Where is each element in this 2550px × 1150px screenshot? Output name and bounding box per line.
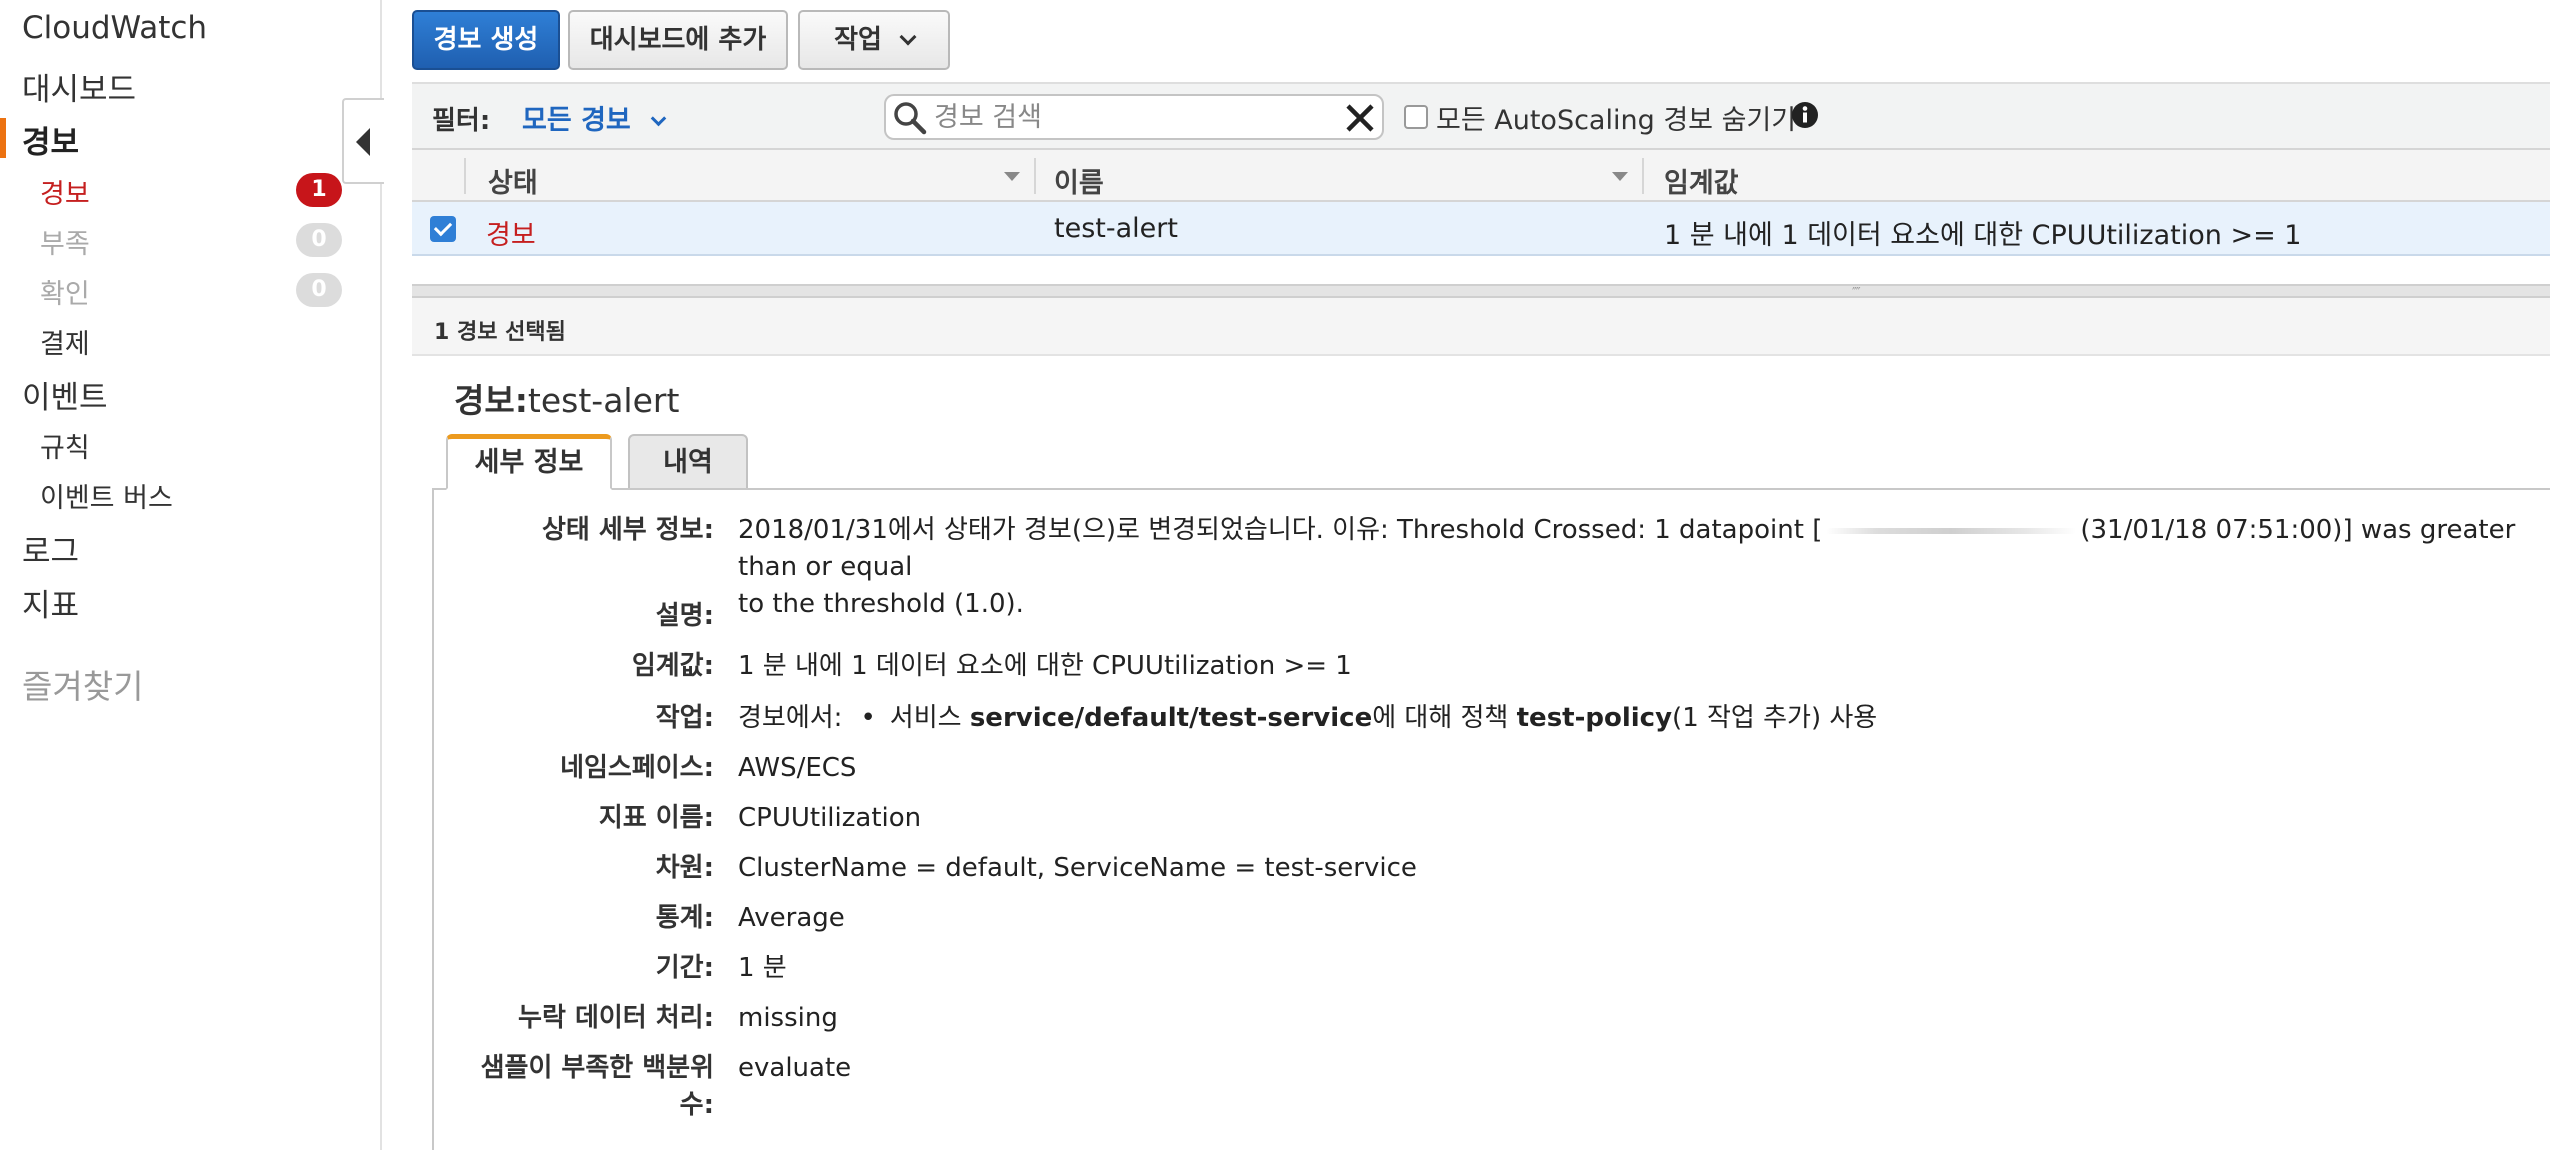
insufficient-count-badge: 0 — [296, 223, 342, 257]
nav-sub-alarm[interactable]: 경보 — [40, 172, 90, 211]
percentile-label-line2: 수: — [679, 1090, 714, 1120]
detail-title-name: test-alert — [527, 381, 680, 420]
tab-details[interactable]: 세부 정보 — [446, 434, 612, 490]
column-separator — [1034, 158, 1036, 194]
namespace-value: AWS/ECS — [738, 753, 857, 783]
chevron-down-icon — [899, 28, 917, 46]
nav-sub-ok[interactable]: 확인 — [40, 272, 90, 311]
threshold-label: 임계값: — [631, 651, 714, 681]
sidebar: CloudWatch 대시보드 경보 경보 1 부족 0 확인 0 결제 이벤트… — [0, 0, 382, 1150]
column-header-state[interactable]: 상태 — [488, 161, 538, 200]
row-checkbox[interactable] — [430, 216, 456, 242]
selection-summary: 1 경보 선택됨 — [412, 298, 2550, 356]
row-threshold: 1 분 내에 1 데이터 요소에 대한 CPUUtilization >= 1 — [1664, 220, 2302, 251]
chevron-down-icon — [650, 110, 667, 127]
percentile-label: 샘플이 부족한 백분위 수: — [454, 1050, 714, 1124]
actions-button-label: 작업 — [834, 25, 882, 55]
statistic-label: 통계: — [655, 903, 714, 933]
actions-service-prefix: 서비스 — [889, 703, 970, 733]
sort-down-icon[interactable] — [1612, 172, 1628, 181]
add-to-dashboard-button[interactable]: 대시보드에 추가 — [568, 10, 788, 70]
period-value: 1 분 — [738, 953, 787, 983]
ok-count-badge: 0 — [296, 273, 342, 307]
clear-icon[interactable] — [1342, 100, 1378, 136]
filter-dropdown[interactable]: 모든 경보 — [522, 98, 667, 137]
search-box — [884, 94, 1384, 140]
state-details-text-a: 2018/01/31에서 상태가 경보(으)로 변경되었습니다. 이유: Thr… — [738, 515, 1823, 545]
nav-logs[interactable]: 로그 — [22, 526, 79, 571]
statistic-value: Average — [738, 903, 845, 933]
filter-label: 필터: — [432, 106, 491, 136]
detail-title-prefix: 경보: — [454, 381, 528, 420]
nav-sub-rules[interactable]: 규칙 — [40, 426, 90, 465]
nav-active-indicator — [0, 118, 6, 158]
create-alarm-button[interactable]: 경보 생성 — [412, 10, 560, 70]
hide-autoscaling-checkbox[interactable] — [1404, 105, 1428, 129]
filter-bar: 필터: 모든 경보 모든 AutoScaling 경보 숨기기 — [412, 82, 2550, 148]
dimensions-value: ClusterName = default, ServiceName = tes… — [738, 853, 1417, 883]
nav-cloudwatch[interactable]: CloudWatch — [22, 10, 207, 46]
info-icon[interactable] — [1790, 100, 1820, 130]
row-name: test-alert — [1054, 213, 1178, 244]
sort-down-icon[interactable] — [1004, 172, 1020, 181]
hide-autoscaling-label[interactable]: 모든 AutoScaling 경보 숨기기 — [1436, 98, 1796, 137]
state-details-label: 상태 세부 정보: — [541, 515, 714, 545]
missing-data-value: missing — [738, 1003, 838, 1033]
namespace-label: 네임스페이스: — [560, 753, 714, 783]
alarm-count-badge: 1 — [296, 173, 342, 207]
table-header: 상태 이름 임계값 — [412, 148, 2550, 202]
percentile-label-line1: 샘플이 부족한 백분위 — [480, 1053, 714, 1083]
state-details-text-c: to the threshold (1.0). — [738, 589, 1024, 619]
dimensions-label: 차원: — [655, 853, 714, 883]
column-header-name[interactable]: 이름 — [1054, 161, 1104, 200]
actions-prefix: 경보에서: — [738, 703, 843, 733]
selected-count-text: 1 경보 선택됨 — [434, 320, 566, 345]
percentile-value: evaluate — [738, 1053, 852, 1083]
nav-alarms[interactable]: 경보 — [22, 117, 79, 162]
actions-suffix: (1 작업 추가) 사용 — [1672, 703, 1878, 733]
nav-sub-event-bus[interactable]: 이벤트 버스 — [40, 476, 173, 515]
metric-name-value: CPUUtilization — [738, 803, 922, 833]
pane-splitter[interactable]: ⁗ — [412, 284, 2550, 301]
state-details-value: 2018/01/31에서 상태가 경보(으)로 변경되었습니다. 이유: Thr… — [738, 512, 2538, 623]
column-separator — [1642, 158, 1644, 194]
nav-metrics[interactable]: 지표 — [22, 580, 79, 625]
detail-title: 경보:test-alert — [454, 374, 679, 422]
bullet: • — [860, 703, 876, 733]
detail-panel: 상태 세부 정보: 2018/01/31에서 상태가 경보(으)로 변경되었습니… — [432, 488, 2550, 1150]
actions-button[interactable]: 작업 — [798, 10, 950, 70]
nav-sub-insufficient[interactable]: 부족 — [40, 222, 90, 261]
actions-policy-link[interactable]: test-policy — [1517, 703, 1672, 733]
caret-left-icon — [356, 128, 370, 156]
threshold-value: 1 분 내에 1 데이터 요소에 대한 CPUUtilization >= 1 — [738, 651, 1352, 681]
search-icon — [894, 102, 927, 135]
actions-value: 경보에서: • 서비스 service/default/test-service에 … — [738, 700, 1877, 737]
table-row[interactable]: 경보 test-alert 1 분 내에 1 데이터 요소에 대한 CPUUti… — [412, 202, 2550, 256]
actions-label: 작업: — [655, 703, 714, 733]
period-label: 기간: — [655, 953, 714, 983]
metric-name-label: 지표 이름: — [598, 803, 714, 833]
filter-dropdown-value: 모든 경보 — [522, 105, 631, 136]
nav-favorites[interactable]: 즐겨찾기 — [22, 660, 143, 708]
missing-data-label: 누락 데이터 처리: — [518, 1003, 714, 1033]
actions-service-link[interactable]: service/default/test-service — [970, 703, 1372, 733]
row-state: 경보 — [486, 220, 536, 251]
nav-dashboard[interactable]: 대시보드 — [22, 64, 136, 109]
tab-history[interactable]: 내역 — [628, 434, 748, 490]
nav-events[interactable]: 이벤트 — [22, 372, 108, 417]
sidebar-collapse-button[interactable] — [342, 98, 384, 184]
column-separator — [464, 158, 466, 194]
column-header-threshold[interactable]: 임계값 — [1664, 161, 1739, 200]
actions-mid: 에 대해 정책 — [1372, 703, 1517, 733]
nav-sub-billing[interactable]: 결제 — [40, 322, 90, 361]
description-label: 설명: — [655, 601, 714, 631]
redacted-value — [1826, 527, 2077, 534]
search-input[interactable] — [934, 100, 1324, 134]
